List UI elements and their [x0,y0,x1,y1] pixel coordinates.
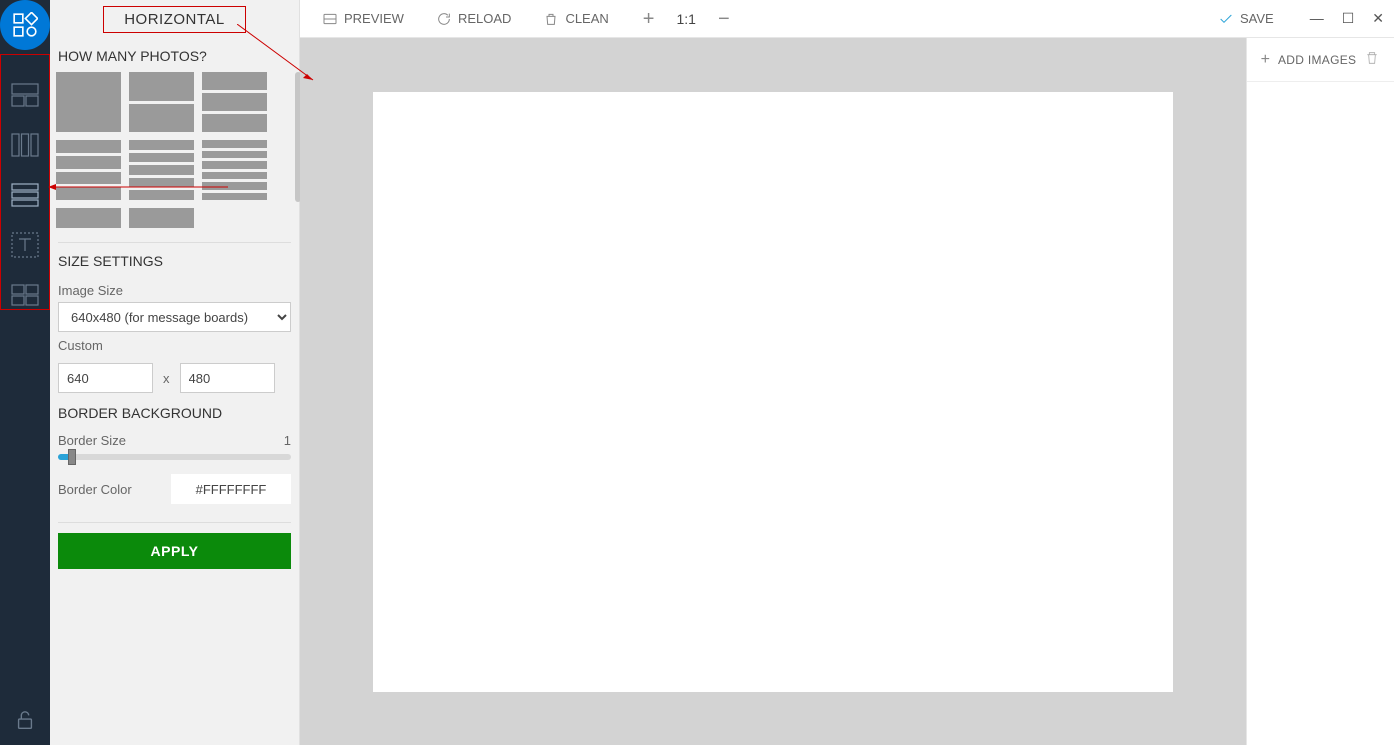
custom-size-row: x [50,357,299,403]
trash-icon [1364,50,1380,66]
top-toolbar: PREVIEW RELOAD CLEAN + 1:1 − SAVE — ☐ ✕ [300,0,1394,38]
label-border-color: Border Color [58,482,161,497]
window-close[interactable]: ✕ [1372,10,1384,27]
canvas-page[interactable] [373,92,1173,692]
window-maximize[interactable]: ☐ [1342,10,1355,27]
add-images-row: + ADD IMAGES [1247,38,1394,82]
custom-height-input[interactable] [180,363,275,393]
reload-button[interactable]: RELOAD [424,0,523,38]
layout-option-3[interactable] [202,72,267,132]
clean-label: CLEAN [565,11,608,26]
grid-4-icon [9,279,41,311]
layout-template-grid [50,72,299,238]
section-size-settings: SIZE SETTINGS [50,243,299,277]
checkmark-icon [1218,11,1234,27]
zoom-out-button[interactable]: − [714,9,734,29]
border-size-slider[interactable] [58,454,291,460]
left-icon-bar [0,0,50,745]
layout-option-4[interactable] [56,140,121,200]
section-how-many-photos: HOW MANY PHOTOS? [50,38,299,72]
label-image-size: Image Size [50,277,299,302]
border-color-row: Border Color #FFFFFFFF [50,460,299,518]
canvas-area[interactable] [300,38,1246,745]
layout-option-1[interactable] [56,72,121,132]
section-border-background: BORDER BACKGROUND [50,403,299,429]
label-custom: Custom [50,332,299,357]
save-label: SAVE [1240,11,1274,26]
logo-grid-icon [12,12,38,38]
preview-button[interactable]: PREVIEW [310,0,416,38]
window-controls: — ☐ ✕ [1310,10,1384,27]
border-size-row: Border Size 1 [50,429,299,460]
layout-option-7[interactable] [56,208,121,228]
images-panel: + ADD IMAGES [1246,38,1394,745]
plus-icon: + [1261,51,1270,69]
apply-button[interactable]: APPLY [58,533,291,569]
delete-images-button[interactable] [1364,50,1380,69]
preview-icon [322,11,338,27]
layout-custom-tool[interactable] [0,270,50,320]
layout-vertical-tool[interactable] [0,120,50,170]
columns-icon [9,129,41,161]
layout-option-2[interactable] [129,72,194,132]
layout-option-5[interactable] [129,140,194,200]
save-button[interactable]: SAVE [1206,0,1286,38]
settings-sidebar: HORIZONTAL HOW MANY PHOTOS? SIZE SETTING… [50,0,300,745]
zoom-controls: + 1:1 − [639,9,734,29]
reload-label: RELOAD [458,11,511,26]
layout-option-6[interactable] [202,140,267,200]
label-border-size: Border Size [58,433,126,448]
layout-mode-title: HORIZONTAL [103,6,246,33]
rows-icon [9,179,41,211]
layout-text-tool[interactable] [0,220,50,270]
lock-toggle[interactable] [0,695,50,745]
zoom-level[interactable]: 1:1 [676,11,695,27]
layout-option-8[interactable] [129,208,194,228]
clean-button[interactable]: CLEAN [531,0,620,38]
zoom-in-button[interactable]: + [639,9,659,29]
border-color-value[interactable]: #FFFFFFFF [171,474,291,504]
clean-icon [543,11,559,27]
preview-label: PREVIEW [344,11,404,26]
window-minimize[interactable]: — [1310,10,1324,27]
add-images-button[interactable]: ADD IMAGES [1278,53,1356,67]
text-frame-icon [9,229,41,261]
slider-thumb[interactable] [68,449,76,465]
layout-horizontal-tool[interactable] [0,170,50,220]
custom-separator: x [163,371,170,386]
reload-icon [436,11,452,27]
border-size-value: 1 [284,433,291,448]
image-size-select[interactable]: 640x480 (for message boards) [58,302,291,332]
grid-2x2-icon [9,79,41,111]
divider-2 [58,522,291,523]
app-logo[interactable] [0,0,50,50]
sidebar-title-row: HORIZONTAL [50,0,299,38]
layout-grid-tool[interactable] [0,70,50,120]
unlock-icon [14,709,36,731]
custom-width-input[interactable] [58,363,153,393]
